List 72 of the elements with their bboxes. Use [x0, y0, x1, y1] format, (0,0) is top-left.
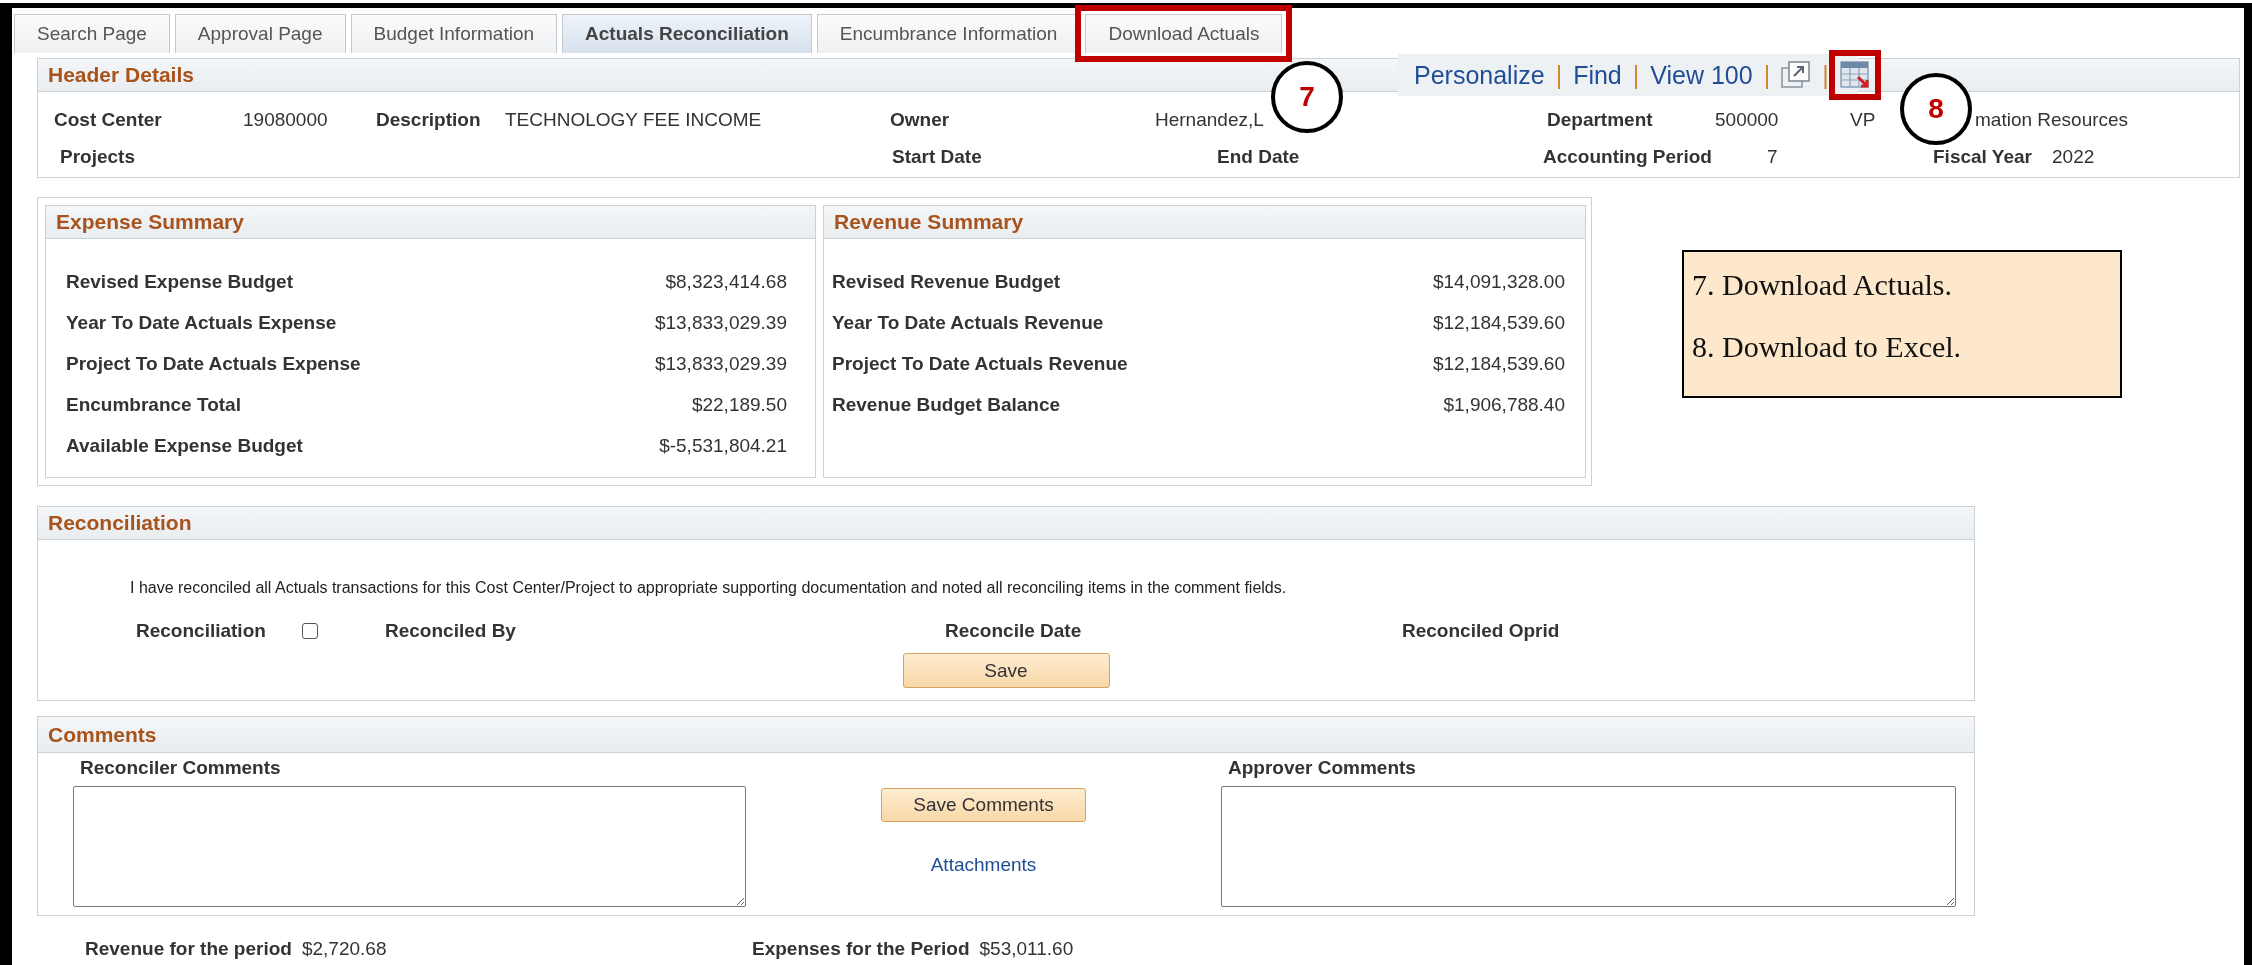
toolbar-link[interactable]: View 100	[1650, 60, 1753, 90]
field-value: TECHNOLOGY FEE INCOME	[505, 108, 762, 130]
grid-download-icon[interactable]	[1839, 61, 1870, 89]
tab[interactable]: Actuals Reconciliation	[562, 14, 812, 53]
statement-text: I have reconciled all Actuals transactions for this Cost Center/Project to appropriate supporting documentation and noted all reconciling items in the comment fields.	[130, 578, 1288, 598]
field-label: Approver Comments	[1228, 757, 1416, 778]
toolbar-link[interactable]: Find	[1573, 60, 1622, 90]
separator: |	[1632, 60, 1640, 90]
summary-label: Revised Expense Budget	[66, 270, 294, 293]
field-label: Expenses for the Period	[752, 938, 970, 960]
summary-label: Year To Date Actuals Revenue	[832, 311, 1104, 334]
summary-label: Available Expense Budget	[66, 434, 303, 457]
field-label: Reconciled Oprid	[1402, 620, 1560, 641]
separator: |	[1822, 60, 1829, 90]
reconciler-comments-field[interactable]	[73, 786, 746, 907]
section-header: Expense Summary	[46, 206, 815, 239]
field-label: Start Date	[892, 145, 982, 167]
summary-label: Project To Date Actuals Revenue	[832, 352, 1128, 375]
field-label: Description	[376, 108, 481, 130]
tab[interactable]: Download Actuals	[1085, 14, 1283, 53]
tab[interactable]: Budget Information	[350, 14, 558, 53]
field-label: Reconcile Date	[945, 620, 1082, 641]
summary-amount: $13,833,029.39	[654, 352, 787, 375]
field-value: 500000	[1715, 108, 1779, 130]
approver-comments-field[interactable]	[1221, 786, 1956, 907]
field-label: Owner	[890, 108, 950, 130]
summary-amount: $12,184,539.60	[1432, 311, 1565, 334]
toolbar-link[interactable]: Personalize	[1414, 60, 1545, 90]
field-value: mation Resources	[1975, 108, 2129, 130]
field-value: $2,720.68	[301, 938, 387, 960]
field-value: 7	[1767, 145, 1778, 167]
section-header: Comments	[38, 717, 1974, 753]
save-comments-button[interactable]: Save Comments	[881, 788, 1086, 822]
field-label: Reconciler Comments	[80, 757, 281, 778]
summary-label: Revenue Budget Balance	[832, 393, 1061, 416]
field-value: 19080000	[243, 108, 328, 130]
summary-label: Year To Date Actuals Expense	[66, 311, 337, 334]
summary-label: Encumbrance Total	[66, 393, 241, 416]
summary-amount: $-5,531,804.21	[659, 434, 787, 457]
summary-amount: $1,906,788.40	[1443, 393, 1565, 416]
summary-amount: $13,833,029.39	[654, 311, 787, 334]
summary-label: Revised Revenue Budget	[832, 270, 1061, 293]
callout-text: 8. Download to Excel.	[1692, 329, 1963, 365]
separator: |	[1763, 60, 1771, 90]
summary-label: Project To Date Actuals Expense	[66, 352, 361, 375]
section-header: Revenue Summary	[824, 206, 1585, 239]
field-value: Hernandez,L	[1155, 108, 1264, 130]
field-label: End Date	[1217, 145, 1300, 167]
summary-amount: $22,189.50	[691, 393, 787, 416]
callout-text: 7. Download Actuals.	[1692, 267, 1953, 303]
section-header: Reconciliation	[38, 507, 1974, 540]
save-button[interactable]: Save	[902, 653, 1110, 688]
summary-amount: $8,323,414.68	[665, 270, 787, 293]
field-label: Reconciliation	[136, 620, 266, 641]
field-value: 2022	[2052, 145, 2095, 167]
summary-amount: $12,184,539.60	[1432, 352, 1565, 375]
field-label: Revenue for the period	[85, 938, 292, 960]
field-value: $53,011.60	[979, 938, 1074, 960]
field-label: Reconciled By	[385, 620, 516, 641]
field-label: Fiscal Year	[1933, 145, 2032, 167]
field-label: Department	[1547, 108, 1653, 130]
attachments-link[interactable]: Attachments	[930, 854, 1037, 876]
field-value: VP	[1850, 108, 1876, 130]
tab[interactable]: Approval Page	[174, 14, 346, 53]
field-label: Cost Center	[54, 108, 162, 130]
tab[interactable]: Search Page	[14, 14, 170, 53]
summary-amount: $14,091,328.00	[1432, 270, 1565, 293]
field-label: Accounting Period	[1543, 145, 1712, 167]
field-label: Projects	[60, 145, 135, 167]
new-window-icon[interactable]	[1781, 61, 1812, 89]
separator: |	[1555, 60, 1563, 90]
reconciliation-checkbox[interactable]	[302, 623, 318, 639]
